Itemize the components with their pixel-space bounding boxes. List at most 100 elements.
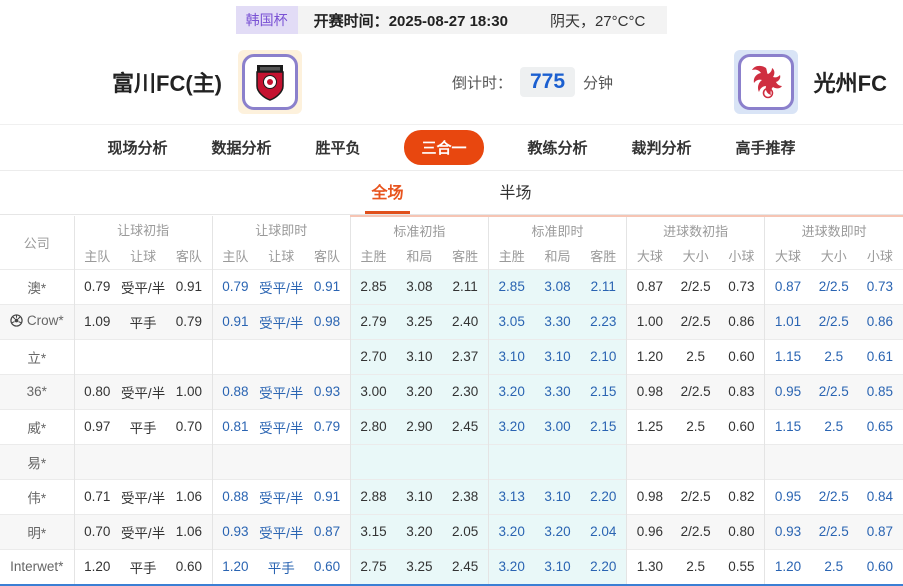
odds-cell: 0.82: [718, 478, 765, 514]
odds-cell: 1.06: [166, 478, 213, 514]
countdown-label: 倒计时：: [451, 74, 512, 92]
odds-cell: [304, 338, 351, 374]
odds-cell: 1.20: [626, 338, 673, 374]
odds-cell: 0.81: [211, 408, 259, 444]
nav-tab-7[interactable]: 高手推荐: [736, 137, 796, 158]
odds-cell: 平手: [258, 548, 305, 584]
odds-cell: [73, 443, 121, 479]
odds-cell: 2.20: [580, 548, 627, 584]
odds-cell: 3.10: [487, 338, 535, 374]
odds-cell: 0.91: [304, 268, 351, 304]
sub-header: 小球: [856, 243, 903, 269]
odds-cell: 3.15: [349, 513, 397, 549]
odds-cell: 0.87: [626, 268, 673, 304]
odds-cell: 0.91: [166, 268, 213, 304]
odds-cell: 1.20: [764, 548, 811, 584]
odds-cell: 0.98: [626, 478, 673, 514]
nav-tab-6[interactable]: 裁判分析: [632, 137, 692, 158]
odds-cell: 2.05: [442, 513, 489, 549]
odds-cell: 1.20: [211, 548, 259, 584]
group-header-4: 标准即时: [487, 215, 627, 243]
match-info-strip: 开赛时间：2025-08-27 18:30 阴天，27°C°C: [297, 6, 668, 34]
odds-cell: 受平/半: [120, 373, 167, 409]
company-cell[interactable]: 易*: [0, 443, 75, 479]
odds-cell: 受平/半: [120, 513, 167, 549]
table-row: 36* 0.80 受平/半 1.00 0.88 受平/半 0.93 3.00 3.20 2.30 3…: [0, 373, 903, 409]
odds-cell: [626, 443, 673, 479]
nav-tab-1[interactable]: 现场分析: [107, 137, 167, 158]
odds-cell: 受平/半: [258, 303, 305, 339]
odds-cell: 2.75: [349, 548, 397, 584]
company-cell[interactable]: 明*: [0, 513, 75, 549]
sub-header: 主胜: [349, 243, 397, 269]
odds-cell: 平手: [120, 303, 167, 339]
odds-cell: 1.01: [764, 303, 811, 339]
odds-cell: 1.06: [166, 513, 213, 549]
odds-cell: 2/2.5: [672, 478, 719, 514]
sub-header: 小球: [718, 243, 765, 269]
odds-cell: 2.5: [672, 548, 719, 584]
company-cell[interactable]: 立*: [0, 338, 75, 374]
period-subtabs: 全场 半场: [0, 171, 903, 215]
odds-cell: 3.25: [396, 548, 443, 584]
home-team-name: 富川FC(主): [112, 71, 222, 96]
odds-cell: 受平/半: [258, 408, 305, 444]
group-header-1: 让球初指: [73, 216, 213, 243]
odds-cell: [856, 443, 903, 479]
sub-header: 大球: [626, 243, 673, 269]
subtab-1[interactable]: 全场: [365, 171, 410, 214]
odds-cell: 受平/半: [120, 268, 167, 304]
nav-tab-3[interactable]: 胜平负: [315, 137, 360, 158]
odds-cell: 2.90: [396, 408, 443, 444]
odds-cell: 2.5: [672, 338, 719, 374]
odds-cell: 2.30: [442, 373, 489, 409]
league-badge[interactable]: 韩国杯: [235, 6, 298, 34]
odds-cell: 2.20: [580, 478, 627, 514]
odds-cell: [120, 338, 167, 374]
odds-cell: 0.83: [718, 373, 765, 409]
company-cell[interactable]: 威*: [0, 408, 75, 444]
sub-header: 让球: [258, 243, 305, 269]
odds-cell: 2.23: [580, 303, 627, 339]
table-row: 立* 2.70 3.10 2.37 3.10 3.10 2.10 1.20 2.5 0.60 1.1…: [0, 338, 903, 374]
odds-cell: 2.85: [487, 268, 535, 304]
odds-cell: 0.71: [73, 478, 121, 514]
table-row: Crow* 1.09 平手 0.79 0.91 受平/半 0.98 2.79 3.25 2.40 3…: [0, 303, 903, 339]
odds-cell: [580, 443, 627, 479]
company-cell[interactable]: 36*: [0, 373, 75, 409]
odds-cell: 0.97: [73, 408, 121, 444]
odds-cell: 3.20: [487, 408, 535, 444]
odds-cell: 0.70: [166, 408, 213, 444]
company-cell[interactable]: 伟*: [0, 478, 75, 514]
company-cell[interactable]: Interwet*: [0, 548, 75, 584]
subtab-2[interactable]: 半场: [494, 171, 538, 214]
nav-tab-5[interactable]: 教练分析: [528, 137, 588, 158]
odds-cell: 0.79: [73, 268, 121, 304]
odds-cell: 3.13: [487, 478, 535, 514]
odds-cell: 2.79: [349, 303, 397, 339]
weather-info: 阴天，27°C°C: [549, 12, 646, 30]
odds-cell: 0.93: [764, 513, 811, 549]
company-cell[interactable]: Crow*: [0, 303, 75, 339]
odds-cell: [764, 443, 811, 479]
odds-cell: 0.73: [856, 268, 903, 304]
group-header-5: 进球数初指: [626, 215, 765, 243]
odds-cell: 1.00: [166, 373, 213, 409]
odds-cell: 0.98: [626, 373, 673, 409]
odds-table: 公司 让球初指 让球即时 标准初指 标准即时 进球数初指 进球数即时 主队 让球 客队 主队 让球 客队…: [0, 215, 903, 584]
company-cell[interactable]: 澳*: [0, 268, 75, 304]
nav-tab-4[interactable]: 三合一: [404, 130, 484, 165]
countdown: 倒计时： 775 分钟: [452, 67, 613, 97]
odds-cell: [73, 338, 121, 374]
odds-cell: [534, 443, 581, 479]
nav-tab-2[interactable]: 数据分析: [211, 137, 271, 158]
odds-cell: 0.79: [304, 408, 351, 444]
odds-cell: 3.05: [487, 303, 535, 339]
odds-cell: 1.00: [626, 303, 673, 339]
odds-cell: [166, 338, 213, 374]
odds-cell: 0.95: [764, 373, 811, 409]
odds-cell: 0.91: [304, 478, 351, 514]
odds-cell: 0.85: [856, 373, 903, 409]
odds-cell: 2.5: [672, 408, 719, 444]
odds-cell: 3.30: [534, 373, 581, 409]
